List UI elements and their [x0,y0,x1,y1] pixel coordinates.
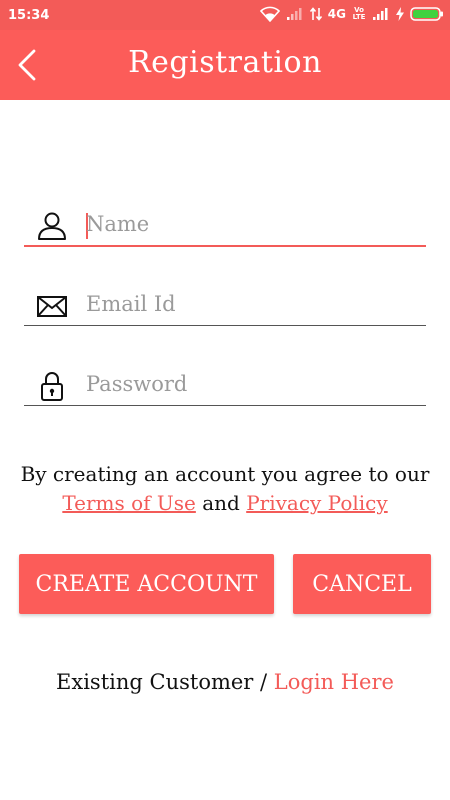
battery-icon [410,7,444,21]
existing-customer-text: Existing Customer / [56,670,268,694]
signal-weak-icon [286,7,304,21]
signal-strong-icon [372,7,390,21]
status-icons: 4G Vo LTE [259,6,444,22]
email-input[interactable] [84,285,418,323]
network-type-label: 4G [327,7,346,21]
terms-text: By creating an account you agree to our … [0,460,450,518]
cancel-button[interactable]: CANCEL [293,554,431,614]
password-field-container [24,365,426,406]
app-toolbar: Registration [0,30,450,100]
login-link[interactable]: Login Here [274,670,394,694]
name-field-container [24,205,426,247]
terms-prefix: By creating an account you agree to our [20,462,430,486]
status-bar: 15:34 4G Vo LTE [0,0,450,30]
charging-icon [396,7,404,21]
volte-label: Vo LTE [352,6,366,21]
name-input[interactable] [84,205,418,243]
email-field-container [24,285,426,326]
terms-conjunction: and [202,491,240,515]
envelope-icon [37,296,67,317]
data-transfer-icon [309,7,322,21]
status-time: 15:34 [8,8,50,23]
user-icon [38,212,66,240]
lock-icon [41,372,63,401]
page-title: Registration [128,45,322,80]
create-account-button[interactable]: CREATE ACCOUNT [19,554,274,614]
wifi-icon [259,6,280,22]
terms-of-use-link[interactable]: Terms of Use [62,491,196,515]
login-prompt: Existing Customer / Login Here [0,670,450,694]
privacy-policy-link[interactable]: Privacy Policy [246,491,387,515]
password-input[interactable] [84,365,418,403]
